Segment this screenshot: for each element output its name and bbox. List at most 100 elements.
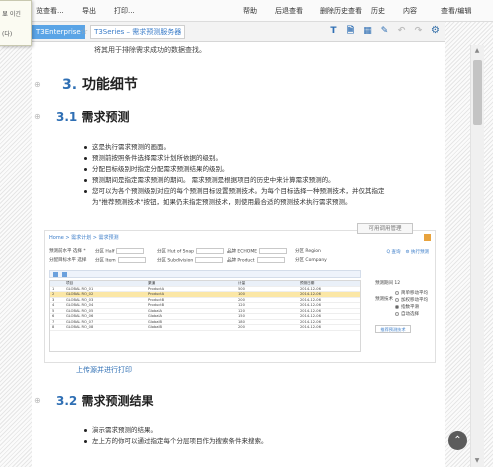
undo-icon[interactable]: ↶ bbox=[396, 25, 407, 37]
column-header[interactable]: 计量 bbox=[236, 281, 298, 286]
filter-select[interactable]: 分区 Half bbox=[95, 248, 145, 255]
embedded-screenshot: 可用调用管理 Home > 需求计划 > 需求预测 预测前水平 选择 * 分区 … bbox=[44, 223, 436, 363]
technique-radio[interactable]: 指数平滑 bbox=[395, 304, 428, 311]
technique-options: 简单移动平均 加权移动平均 指数平滑自动选择 bbox=[395, 290, 428, 318]
column-header[interactable]: 渠道 bbox=[146, 281, 236, 286]
menu-edit[interactable]: 查看/编辑 bbox=[441, 6, 471, 16]
radio-label: 指数平滑 bbox=[401, 305, 419, 310]
table-row[interactable]: 8 GLOBAL RO_08 GlobalB 200 2014-12-06 bbox=[50, 325, 360, 331]
collapse-toggle-icon[interactable]: ⊕ bbox=[34, 80, 41, 89]
table-cell: 150 bbox=[238, 314, 245, 318]
side-popup[interactable]: 显 이긴 (다) bbox=[0, 0, 32, 46]
column-header[interactable]: 预测日期 bbox=[298, 281, 360, 286]
list-item-text: 预测期间是指定需求预测的期间。 需求预测是根据项目的历史中来计算需求预测的。 bbox=[92, 176, 335, 184]
list-item-text: 左上方的你可以通过指定每个分层项目作为搜索条件来搜索。 bbox=[92, 437, 268, 445]
filter-text: 分区 Region bbox=[295, 249, 321, 254]
technique-radio[interactable]: 简单移动平均 bbox=[395, 290, 428, 297]
search-button[interactable]: Q 查询 bbox=[387, 249, 401, 255]
radio-label: 自动选择 bbox=[401, 312, 419, 317]
radio-dot[interactable] bbox=[395, 311, 399, 316]
filter-text: 品牌 ECHOME bbox=[227, 249, 258, 255]
table-cell: GLOBAL RO_04 bbox=[66, 303, 94, 307]
table-cell: GLOBAL RO_02 bbox=[66, 292, 94, 296]
select-box[interactable] bbox=[195, 248, 224, 254]
select-box[interactable] bbox=[116, 248, 145, 254]
select-box[interactable] bbox=[259, 248, 288, 254]
popup-line-1: 显 이긴 bbox=[2, 11, 21, 18]
back-to-top-icon[interactable]: ⌃ bbox=[448, 431, 467, 450]
filter-select[interactable]: 分区 Item bbox=[95, 257, 146, 264]
list-item-text: 您可以为各个预测级别对应的每个预测目标设置预测技术。为每个目标选择一种预测技术，… bbox=[92, 187, 385, 195]
select-box[interactable] bbox=[256, 257, 285, 263]
table-icon[interactable]: ▦ bbox=[362, 25, 373, 37]
table-cell: ProductB bbox=[148, 303, 165, 307]
table-cell: GlobalA bbox=[148, 314, 162, 318]
menu-history[interactable]: 历史 bbox=[371, 6, 385, 16]
filter-select[interactable]: 分区 Subdivision bbox=[157, 257, 224, 264]
menu-help[interactable]: 帮助 bbox=[243, 6, 257, 16]
radio-label: 简单移动平均 bbox=[401, 291, 428, 296]
table-cell: 2014-12-06 bbox=[300, 325, 321, 329]
filter-row: 分配目标水平 选择 分区 Item 分区 Subdivision 品牌 Prod… bbox=[49, 257, 349, 266]
collapse-toggle-icon[interactable]: ⊕ bbox=[34, 396, 41, 405]
list-item: 您可以为各个预测级别对应的每个预测目标设置预测技术。为每个目标选择一种预测技术，… bbox=[84, 186, 414, 208]
filter-text: 预测前水平 选择 * bbox=[49, 249, 86, 254]
tab-space[interactable]: T3Enterprise bbox=[32, 25, 85, 39]
list-item-continuation: 为"推荐预测技术"按钮，如果仍未指定预测技术，则使用最合适的预测技术执行需求预测… bbox=[92, 198, 352, 206]
menu-content[interactable]: 内容 bbox=[403, 6, 417, 16]
scroll-thumb[interactable] bbox=[473, 60, 482, 125]
filter-select[interactable]: 分区 Hut of Snap bbox=[157, 248, 224, 255]
collapse-toggle-icon[interactable]: ⊕ bbox=[34, 112, 41, 121]
gear-icon[interactable]: ⚙ bbox=[430, 25, 441, 37]
apply-technique-button[interactable]: 推荐预测技术 bbox=[375, 325, 411, 333]
star-icon[interactable]: ☆ bbox=[80, 27, 88, 37]
menu-back[interactable]: 后退查看 bbox=[275, 6, 303, 16]
filter-select[interactable]: 分区 Company bbox=[295, 257, 327, 263]
menu-delete-history[interactable]: 删除历史查看 bbox=[320, 6, 362, 16]
edit-icon[interactable]: ✎ bbox=[379, 25, 390, 37]
menu-print[interactable]: 打印... bbox=[114, 6, 135, 16]
redo-icon[interactable]: ↷ bbox=[413, 25, 424, 37]
screenshot-action-button[interactable]: 可用调用管理 bbox=[357, 223, 413, 234]
technique-radio[interactable]: 自动选择 bbox=[395, 311, 428, 318]
select-box[interactable] bbox=[195, 257, 224, 263]
filter-select[interactable]: 品牌 ECHOME bbox=[227, 248, 288, 255]
table-cell: ProductB bbox=[148, 297, 165, 302]
table-cell: GLOBAL RO_07 bbox=[66, 319, 94, 324]
section-3-1-title: 需求预测 bbox=[81, 110, 130, 124]
tab-page[interactable]: ☆ T3Series – 需求预测服务器 bbox=[80, 25, 186, 39]
table-cell: 2014-12-06 bbox=[300, 319, 321, 324]
filter-select[interactable]: 品牌 Product bbox=[227, 257, 285, 264]
text-style-icon[interactable]: T bbox=[328, 25, 339, 37]
filter-select[interactable]: 分区 Region bbox=[295, 248, 321, 254]
table-cell: GlobalA bbox=[148, 308, 162, 313]
run-forecast-button[interactable]: ⚙ 执行预测 bbox=[406, 249, 429, 255]
scroll-up-icon[interactable]: ▲ bbox=[472, 46, 482, 56]
section-3-number: 3. bbox=[62, 77, 78, 93]
table-cell: GLOBAL RO_06 bbox=[66, 314, 94, 318]
radio-dot[interactable] bbox=[395, 297, 399, 302]
scroll-down-icon[interactable]: ▼ bbox=[472, 456, 482, 466]
column-header[interactable]: 项目 bbox=[64, 281, 146, 286]
menu-view[interactable]: 览查看... bbox=[36, 6, 64, 16]
download-icon[interactable] bbox=[62, 272, 67, 277]
radio-dot[interactable] bbox=[395, 304, 399, 309]
table-toolbar bbox=[49, 270, 361, 278]
table-cell: ProductA bbox=[148, 286, 165, 291]
select-box[interactable] bbox=[117, 257, 146, 263]
technique-radio[interactable]: 加权移动平均 bbox=[395, 297, 428, 304]
table-cell: 2014-12-06 bbox=[300, 314, 321, 318]
filter-text: 分区 Hut of Snap bbox=[157, 249, 194, 255]
menu-export[interactable]: 导出 bbox=[82, 6, 96, 16]
radio-dot[interactable] bbox=[395, 290, 399, 295]
screenshot-actions: Q 查询 ⚙ 执行预测 bbox=[387, 249, 429, 255]
section-3-1-heading: 3.1 需求预测 bbox=[56, 108, 129, 125]
table-cell: 4 bbox=[52, 303, 55, 307]
table-cell: 2014-12-06 bbox=[300, 286, 321, 291]
document-icon[interactable]: 🗎 bbox=[345, 25, 356, 37]
period-input[interactable]: 预测期间 12 bbox=[375, 280, 433, 286]
add-icon[interactable] bbox=[53, 272, 58, 277]
upload-print-link[interactable]: 上传源并进行打印 bbox=[76, 365, 132, 375]
section-3-title: 功能细节 bbox=[81, 77, 138, 93]
flag-icon bbox=[424, 234, 431, 241]
